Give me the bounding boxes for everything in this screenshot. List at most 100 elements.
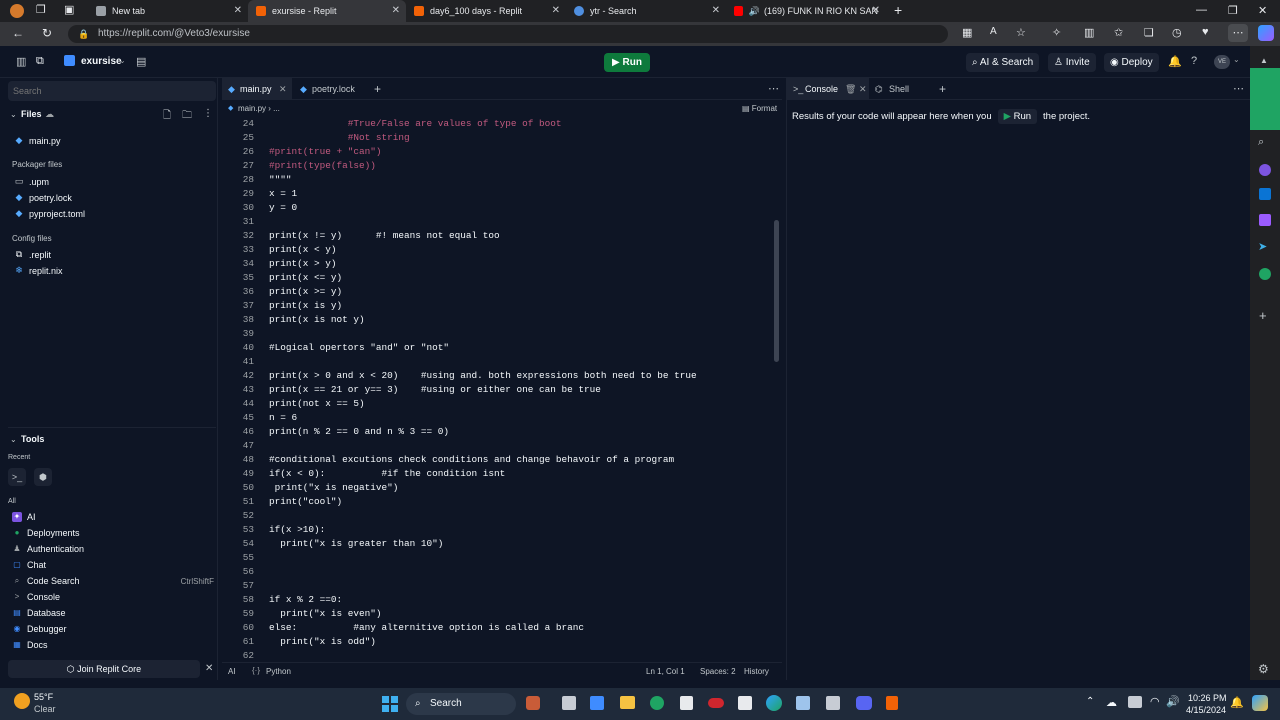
code-line[interactable]: 59 print("x is even") xyxy=(222,608,782,622)
code-line[interactable]: 34 print(x > y) xyxy=(222,258,782,272)
run-button[interactable]: ▶ Run xyxy=(604,53,650,72)
edge-tree-icon[interactable] xyxy=(1259,268,1271,280)
edge-scrollbar-thumb[interactable] xyxy=(1250,68,1280,130)
history-icon[interactable]: ◷ xyxy=(1172,26,1182,39)
new-folder-icon[interactable]: 🗀 xyxy=(182,108,192,125)
browser-tab-replit-day6[interactable]: day6_100 days - Replit ✕ xyxy=(406,0,566,22)
ai-search-button[interactable]: ⌕ AI & Search xyxy=(966,53,1040,72)
edge-copilot-icon[interactable] xyxy=(1259,164,1271,176)
repl-info-icon[interactable]: ▤ xyxy=(136,55,146,68)
invite-button[interactable]: ♙ Invite xyxy=(1048,53,1096,72)
recent-console-icon[interactable]: >_ xyxy=(8,468,26,486)
close-tab-icon[interactable]: ✕ xyxy=(279,78,287,100)
code-line[interactable]: 39 xyxy=(222,328,782,342)
app-install-icon[interactable]: ▦ xyxy=(962,26,972,39)
notification-bell-icon[interactable]: 🔔 xyxy=(1230,696,1244,709)
file-explorer-icon[interactable] xyxy=(620,696,635,709)
settings-more-icon[interactable]: ⋯ xyxy=(1228,24,1248,42)
taskbar-app-icon[interactable] xyxy=(826,696,840,710)
weather-temp[interactable]: 55°F xyxy=(34,692,53,702)
file-upm[interactable]: ▭ .upm xyxy=(14,176,49,187)
cursor-position[interactable]: Ln 1, Col 1 xyxy=(646,667,685,676)
language-status[interactable]: Python xyxy=(266,667,291,676)
onedrive-icon[interactable]: ☁ xyxy=(1106,696,1117,709)
browser-tab-youtube[interactable]: 🔊 (169) FUNK IN RIO KN SAN ✕ xyxy=(726,0,886,22)
editor-scrollbar[interactable] xyxy=(774,220,779,362)
volume-icon[interactable]: 🔊 xyxy=(1166,695,1180,708)
code-line[interactable]: 57 xyxy=(222,580,782,594)
tool-code-search[interactable]: ⌕ Code Search CtrlShiftF xyxy=(12,576,214,586)
file-poetry-lock[interactable]: ◆ poetry.lock xyxy=(14,192,72,203)
close-tab-icon[interactable]: ✕ xyxy=(392,5,400,16)
chevron-down-icon[interactable]: ⌄ xyxy=(119,56,126,65)
start-windows-icon[interactable] xyxy=(382,696,398,712)
file-replit-nix[interactable]: ❄ replit.nix xyxy=(14,265,62,276)
minimize-icon[interactable]: — xyxy=(1196,4,1207,16)
speaker-icon[interactable]: 🔊 xyxy=(749,6,760,17)
code-line[interactable]: 51 print("cool") xyxy=(222,496,782,510)
help-icon[interactable]: ? xyxy=(1191,55,1197,67)
url-field[interactable]: 🔒 https://replit.com/@Veto3/exursise xyxy=(68,25,948,43)
code-area[interactable]: 24 #True/False are values of type of boo… xyxy=(222,118,782,658)
code-line[interactable]: 61 print("x is odd") xyxy=(222,636,782,650)
close-tab-icon[interactable]: ✕ xyxy=(712,5,720,16)
code-line[interactable]: 33 print(x < y) xyxy=(222,244,782,258)
performance-icon[interactable]: ♥ xyxy=(1202,26,1209,38)
files-menu-icon[interactable]: ⋮ xyxy=(203,108,213,119)
close-tab-icon[interactable]: ✕ xyxy=(872,5,880,16)
edge-send-icon[interactable]: ➤ xyxy=(1258,240,1267,253)
code-line[interactable]: 62 xyxy=(222,650,782,658)
edge-add-icon[interactable]: + xyxy=(1259,308,1267,323)
browser-tab-replit-exursise[interactable]: exursise - Replit ✕ xyxy=(248,0,406,22)
back-arrow-icon[interactable]: ← xyxy=(12,26,24,40)
code-line[interactable]: 44 print(not x == 5) xyxy=(222,398,782,412)
xbox-icon[interactable] xyxy=(650,696,664,710)
edge-designer-icon[interactable] xyxy=(1259,214,1271,226)
store-icon[interactable] xyxy=(590,696,604,710)
tools-chevron-icon[interactable]: ⌄ xyxy=(10,435,17,444)
extensions-icon[interactable]: ✧ xyxy=(1052,26,1061,39)
code-line[interactable]: 36 print(x >= y) xyxy=(222,286,782,300)
code-line[interactable]: 55 xyxy=(222,552,782,566)
add-tab-icon[interactable]: + xyxy=(374,82,381,96)
search-input[interactable] xyxy=(8,81,216,101)
code-line[interactable]: 26 #print(true + "can") xyxy=(222,146,782,160)
code-line[interactable]: 58 if x % 2 ==0: xyxy=(222,594,782,608)
read-aloud-icon[interactable]: A xyxy=(990,26,997,37)
discord-icon[interactable] xyxy=(856,696,872,710)
avatar-chevron-icon[interactable]: ⌄ xyxy=(1233,55,1240,64)
show-hidden-icons-icon[interactable]: ⌃ xyxy=(1086,696,1094,707)
close-tab-icon[interactable]: ✕ xyxy=(234,5,242,16)
tools-heading[interactable]: Tools xyxy=(21,434,44,444)
clock-date[interactable]: 4/15/2024 xyxy=(1186,705,1226,715)
code-line[interactable]: 60 else: #any alternitive option is calle… xyxy=(222,622,782,636)
tool-ai[interactable]: ✦ AI xyxy=(12,512,36,522)
browser-tab-search[interactable]: ytr - Search ✕ xyxy=(566,0,726,22)
code-line[interactable]: 46 print(n % 2 == 0 and n % 3 == 0) xyxy=(222,426,782,440)
replit-taskbar-icon[interactable] xyxy=(886,696,898,710)
code-line[interactable]: 53 if(x >10): xyxy=(222,524,782,538)
split-screen-icon[interactable]: ▥ xyxy=(1084,26,1094,39)
join-replit-core-button[interactable]: ⬡ Join Replit Core xyxy=(8,660,200,678)
editor-menu-icon[interactable]: ⋯ xyxy=(768,82,779,95)
copilot-icon[interactable] xyxy=(1258,25,1274,41)
replit-logo-icon[interactable]: ⧉ xyxy=(36,55,44,68)
code-line[interactable]: 29 x = 1 xyxy=(222,188,782,202)
breadcrumb[interactable]: main.py › ... xyxy=(238,104,280,113)
tool-authentication[interactable]: ♟ Authentication xyxy=(12,544,84,554)
code-line[interactable]: 28 """" xyxy=(222,174,782,188)
new-file-icon[interactable]: 🗋 xyxy=(163,108,171,125)
code-line[interactable]: 42 print(x > 0 and x < 20) #using and. bo… xyxy=(222,370,782,384)
code-line[interactable]: 25 #Not string xyxy=(222,132,782,146)
code-line[interactable]: 56 xyxy=(222,566,782,580)
code-line[interactable]: 49 if(x < 0): #if the condition isnt xyxy=(222,468,782,482)
spaces-status[interactable]: Spaces: 2 xyxy=(700,667,736,676)
taskbar-app-icon[interactable] xyxy=(796,696,810,710)
close-tab-icon[interactable]: ✕ xyxy=(552,5,560,16)
new-tab-plus-icon[interactable]: + xyxy=(894,2,902,18)
edge-settings-icon[interactable]: ⚙ xyxy=(1258,662,1269,676)
workspaces-icon[interactable]: ❐ xyxy=(36,3,46,16)
restore-icon[interactable]: ❐ xyxy=(1228,4,1238,17)
tool-deployments[interactable]: ● Deployments xyxy=(12,528,80,538)
code-line[interactable]: 45 n = 6 xyxy=(222,412,782,426)
